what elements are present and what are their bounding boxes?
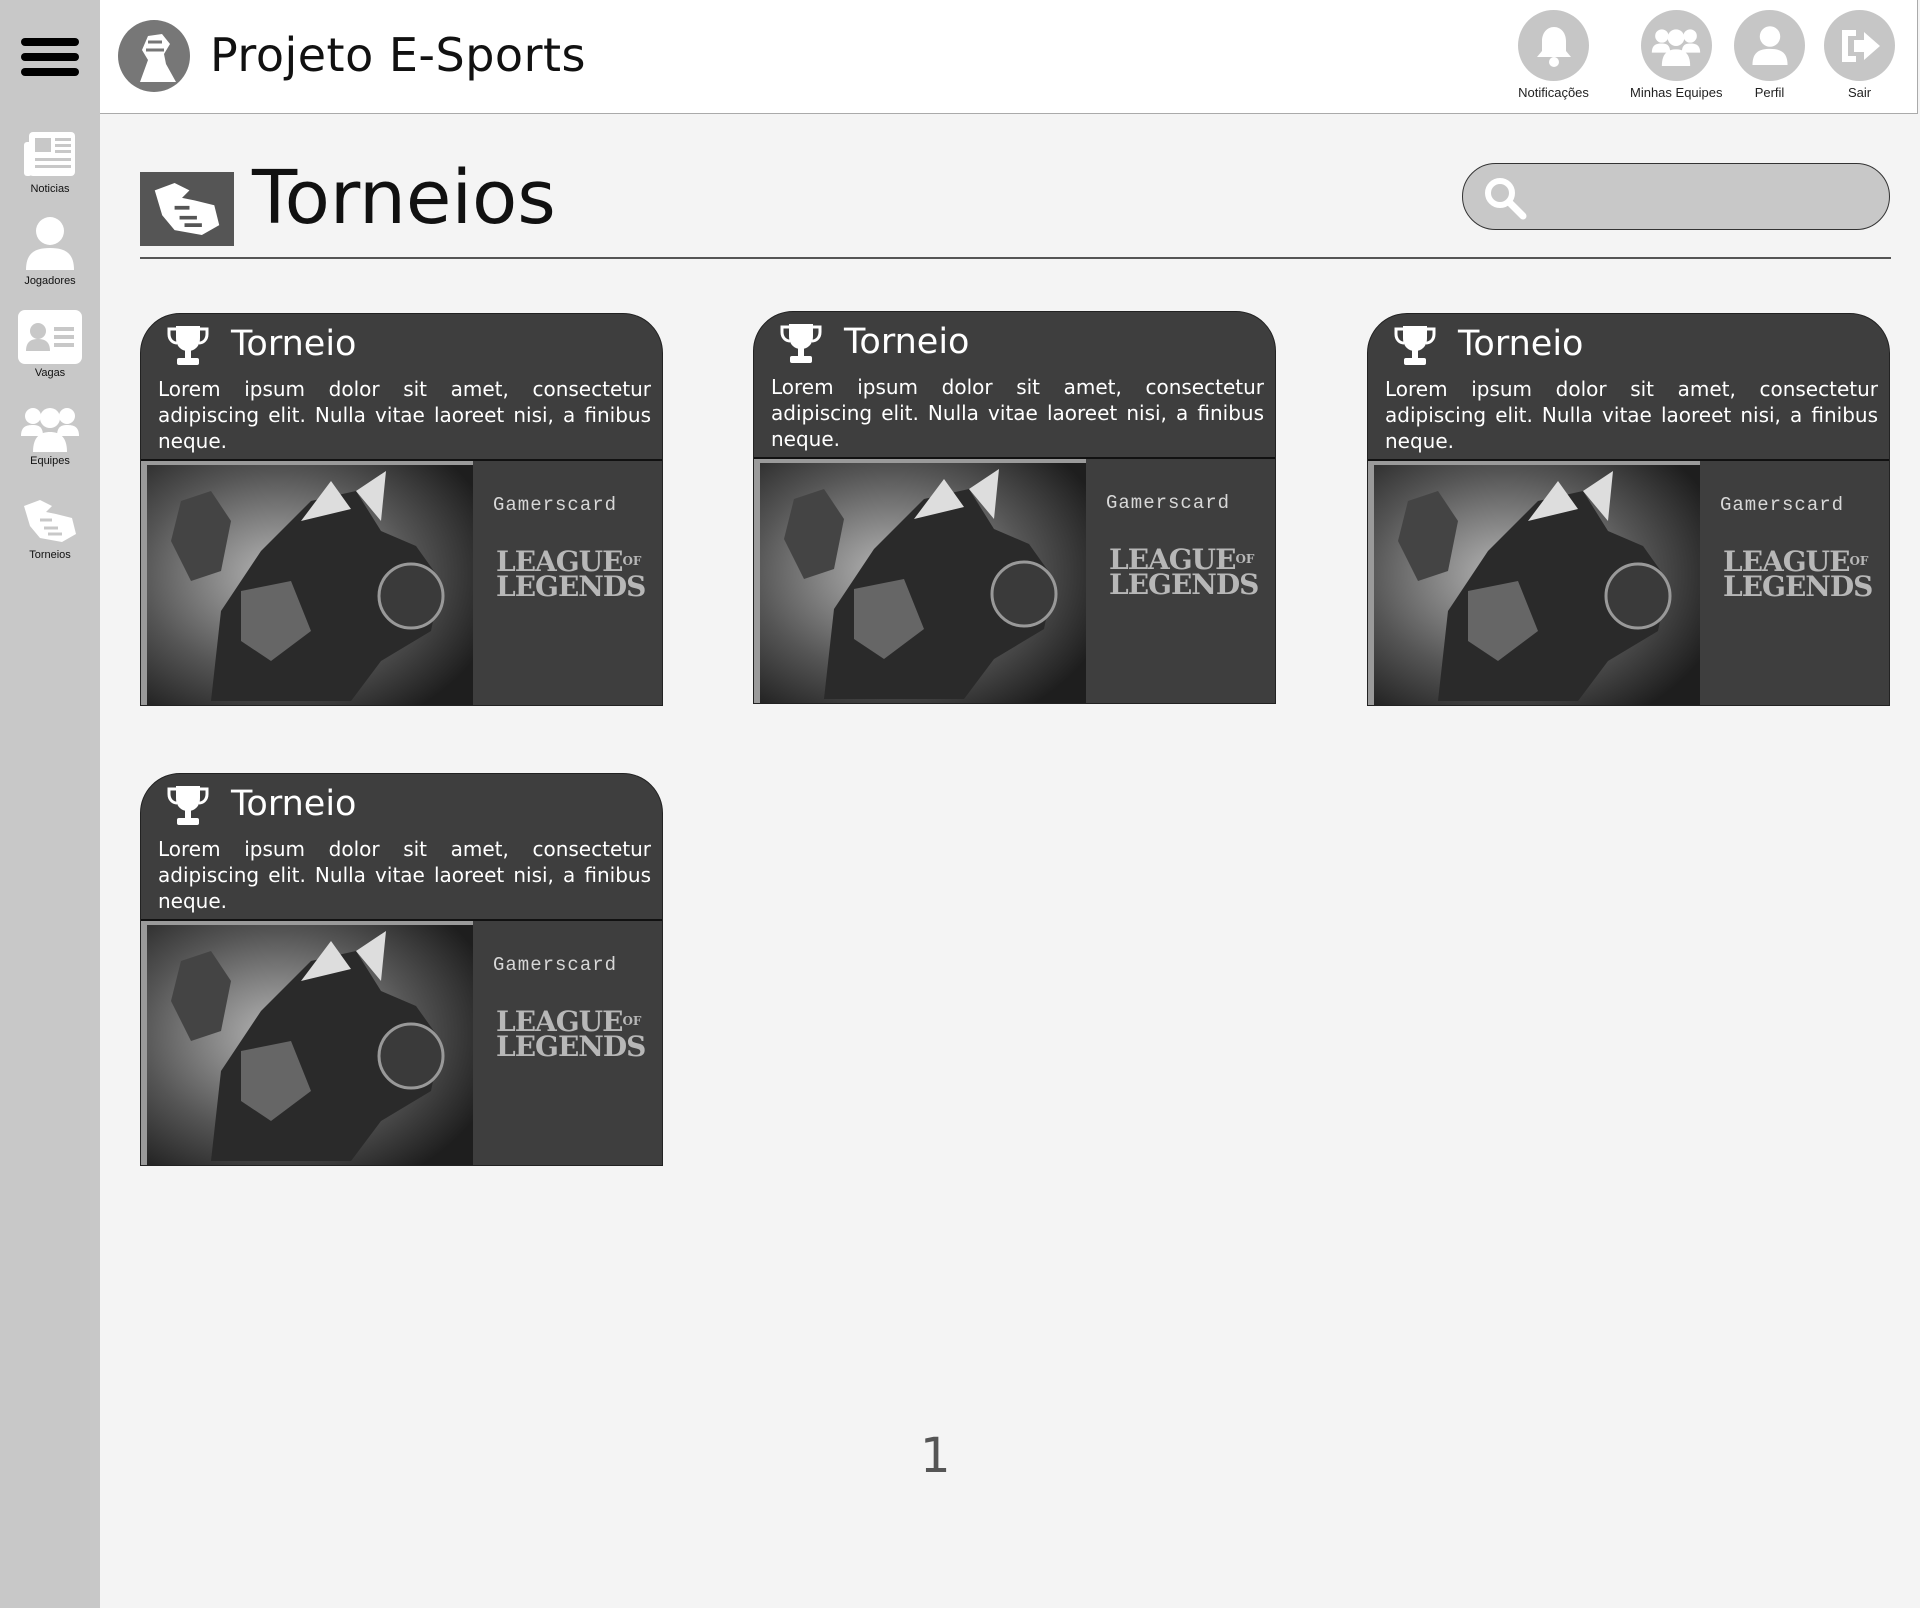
game-logo: LEAGUEOF LEGENDS [496,548,646,604]
active-indicator [18,310,82,364]
game-artwork-image [141,461,473,705]
notifications-label: Notificações [1518,85,1589,100]
top-header: Projeto E-Sports Notificações Minhas Equ… [100,0,1918,114]
game-logo-line2: LEGENDS [1109,568,1259,602]
card-title: Torneio [1458,324,1584,364]
sidebar-item-label: Torneios [29,549,71,561]
page-title: Torneios [252,155,556,241]
sponsor-name: Gamerscard [493,954,618,976]
search-icon [1485,178,1527,220]
card-description: Lorem ipsum dolor sit amet, consectetur … [1385,377,1878,453]
sponsor-name: Gamerscard [493,494,618,516]
game-logo-line2: LEGENDS [496,570,646,604]
my-teams-label: Minhas Equipes [1630,85,1723,100]
menu-button[interactable] [0,0,100,114]
sidebar-item-torneios[interactable]: Torneios [0,496,100,561]
tournament-card[interactable]: Torneio Lorem ipsum dolor sit amet, cons… [753,311,1276,704]
game-logo: LEAGUEOF LEGENDS [1109,546,1259,602]
sidebar-item-equipes[interactable]: Equipes [0,404,100,467]
logout-icon [1841,29,1880,62]
app-logo[interactable] [118,20,190,92]
card-title: Torneio [844,322,970,362]
game-logo-line2: LEGENDS [496,1030,646,1064]
pagination-page-number[interactable]: 1 [920,1428,951,1484]
sidebar-item-label: Noticias [30,183,70,195]
sidebar-item-vagas[interactable]: Vagas [0,310,100,379]
card-description: Lorem ipsum dolor sit amet, consectetur … [771,375,1264,451]
trophy-icon [1394,326,1436,365]
game-artwork-image [1368,461,1700,705]
my-teams-button[interactable]: Minhas Equipes [1630,10,1723,100]
arm-wrestling-icon [140,34,176,82]
hamburger-icon [21,31,79,83]
handshake-icon [24,500,76,542]
logout-button[interactable]: Sair [1824,10,1895,100]
sidebar-item-noticias[interactable]: Noticias [0,130,100,195]
search-bar[interactable] [1462,163,1890,230]
sponsor-name: Gamerscard [1720,494,1845,516]
game-logo-line2: LEGENDS [1723,570,1873,604]
game-logo: LEAGUEOF LEGENDS [1723,548,1873,604]
tournaments-page-icon [140,172,234,246]
newspaper-icon [24,132,75,176]
game-logo-of: OF [622,1014,642,1028]
tournament-card[interactable]: Torneio Lorem ipsum dolor sit amet, cons… [140,313,663,706]
card-description: Lorem ipsum dolor sit amet, consectetur … [158,837,651,913]
trophy-icon [780,324,822,363]
app-title: Projeto E-Sports [210,28,586,82]
sidebar-item-label: Equipes [30,455,70,467]
team-icon [1652,28,1701,66]
game-logo: LEAGUEOF LEGENDS [496,1008,646,1064]
handshake-icon [154,182,220,236]
profile-button[interactable]: Perfil [1734,10,1805,100]
team-icon [21,408,79,452]
search-input[interactable] [1539,174,1873,220]
game-logo-of: OF [622,554,642,568]
game-logo-of: OF [1849,554,1869,568]
game-artwork-image [141,921,473,1165]
sponsor-name: Gamerscard [1106,492,1231,514]
game-logo-of: OF [1235,552,1255,566]
tournament-card[interactable]: Torneio Lorem ipsum dolor sit amet, cons… [140,773,663,1166]
game-artwork-image [754,459,1086,703]
tournament-card[interactable]: Torneio Lorem ipsum dolor sit amet, cons… [1367,313,1890,706]
trophy-icon [167,326,209,365]
id-card-icon [26,323,74,351]
card-title: Torneio [231,324,357,364]
notifications-button[interactable]: Notificações [1518,10,1589,100]
card-title: Torneio [231,784,357,824]
logout-label: Sair [1847,85,1872,100]
sidebar-item-label: Jogadores [24,275,76,287]
profile-label: Perfil [1754,85,1785,100]
trophy-icon [167,786,209,825]
sidebar-item-label: Vagas [34,367,66,379]
card-description: Lorem ipsum dolor sit amet, consectetur … [158,377,651,453]
heading-divider [140,257,1891,259]
sidebar: Noticias Jogadores Vagas Equipes Torneio… [0,0,100,1608]
user-icon [1751,25,1788,65]
sidebar-item-jogadores[interactable]: Jogadores [0,216,100,287]
bell-icon [1536,26,1571,67]
player-icon [26,217,74,270]
